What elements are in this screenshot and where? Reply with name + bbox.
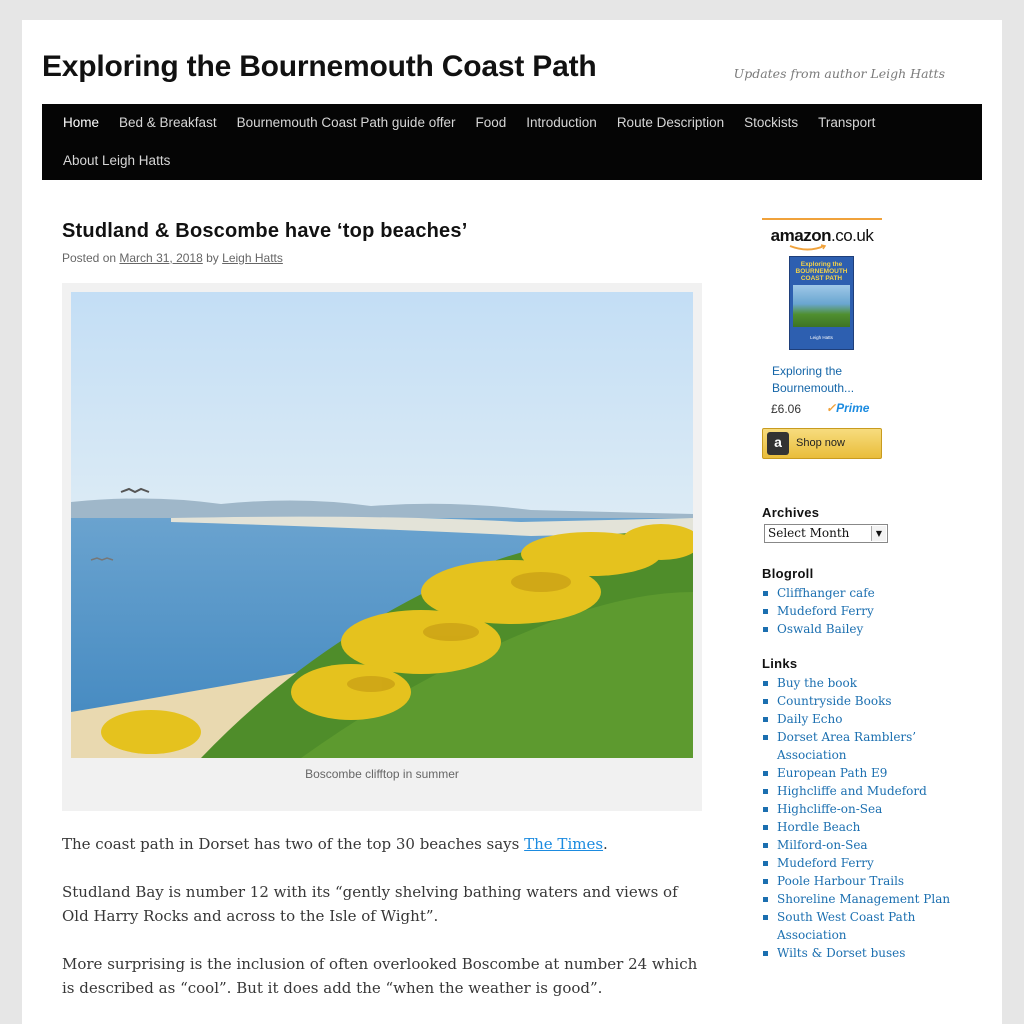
amazon-logo-word: amazon bbox=[770, 226, 832, 245]
meta-by: by bbox=[206, 251, 219, 265]
archive-month-select[interactable]: Select Month ▼ bbox=[764, 524, 888, 543]
nav-item-food[interactable]: Food bbox=[465, 104, 516, 142]
post-title[interactable]: Studland & Boscombe have ‘top beaches’ bbox=[62, 220, 702, 243]
list-item-european-path-e9[interactable]: European Path E9 bbox=[762, 764, 962, 782]
list-item-hordle-beach[interactable]: Hordle Beach bbox=[762, 818, 962, 836]
shop-now-label: Shop now bbox=[796, 437, 845, 449]
site-title[interactable]: Exploring the Bournemouth Coast Path bbox=[42, 50, 597, 84]
prime-label: Prime bbox=[836, 401, 870, 415]
amazon-widget: amazon.co.uk Exploring the BOURNEMOUTH C… bbox=[762, 218, 882, 460]
image-caption-box: Boscombe clifftop in summer bbox=[62, 283, 702, 811]
cover-title: Exploring the BOURNEMOUTH COAST PATH bbox=[795, 261, 848, 282]
blogroll-title: Blogroll bbox=[762, 566, 814, 581]
list-item-shoreline-management-plan[interactable]: Shoreline Management Plan bbox=[762, 890, 962, 908]
cover-photo bbox=[793, 285, 850, 327]
book-cover-image[interactable]: Exploring the BOURNEMOUTH COAST PATH Lei… bbox=[789, 256, 854, 350]
list-item-cliffhanger-cafe[interactable]: Cliffhanger cafe bbox=[762, 584, 962, 602]
archive-select-value: Select Month bbox=[768, 526, 850, 540]
list-item-highcliffe-and-mudeford[interactable]: Highcliffe and Mudeford bbox=[762, 782, 962, 800]
nav-item-introduction[interactable]: Introduction bbox=[516, 104, 607, 142]
book-title-link[interactable]: Exploring the Bournemouth... bbox=[772, 363, 882, 397]
archives-widget: Archives Select Month ▼ bbox=[762, 505, 888, 543]
nav-item-bournemouth-coast-path-guide-offer[interactable]: Bournemouth Coast Path guide offer bbox=[227, 104, 466, 142]
archives-title: Archives bbox=[762, 505, 820, 520]
post-body: The coast path in Dorset has two of the … bbox=[62, 832, 702, 1024]
list-item-wilts-dorset-buses[interactable]: Wilts & Dorset buses bbox=[762, 944, 962, 962]
post-author-link[interactable]: Leigh Hatts bbox=[222, 251, 283, 265]
list-item-countryside-books[interactable]: Countryside Books bbox=[762, 692, 962, 710]
amazon-a-icon: a bbox=[767, 432, 789, 455]
nav-item-stockists[interactable]: Stockists bbox=[734, 104, 808, 142]
blogroll-list: Cliffhanger cafe Mudeford Ferry Oswald Bai… bbox=[762, 584, 962, 638]
paragraph-1: The coast path in Dorset has two of the … bbox=[62, 832, 702, 856]
nav-menu: Home Bed & Breakfast Bournemouth Coast Pat… bbox=[42, 104, 982, 180]
list-item-dorset-area-ramblers-association[interactable]: Dorset Area Ramblers’ Association bbox=[762, 728, 962, 764]
boscombe-clifftop-image bbox=[71, 292, 693, 758]
list-item-south-west-coast-path-association[interactable]: South West Coast Path Association bbox=[762, 908, 962, 944]
post-meta: Posted on March 31, 2018 by Leigh Hatts bbox=[62, 251, 702, 265]
the-times-link[interactable]: The Times bbox=[524, 835, 603, 853]
book-price: £6.06 bbox=[771, 402, 802, 416]
nav-item-transport[interactable]: Transport bbox=[808, 104, 885, 142]
nav-item-bed-breakfast[interactable]: Bed & Breakfast bbox=[109, 104, 227, 142]
post-date-link[interactable]: March 31, 2018 bbox=[119, 251, 202, 265]
links-list: Buy the book Countryside Books Daily Echo D… bbox=[762, 674, 962, 962]
list-item-poole-harbour-trails[interactable]: Poole Harbour Trails bbox=[762, 872, 962, 890]
nav-item-home[interactable]: Home bbox=[53, 104, 109, 142]
blogroll-widget: Blogroll Cliffhanger cafe Mudeford Ferry O… bbox=[762, 566, 962, 638]
post-photo[interactable] bbox=[71, 292, 693, 758]
amazon-smile-icon bbox=[789, 244, 827, 251]
list-item-mudeford-ferry[interactable]: Mudeford Ferry bbox=[762, 854, 962, 872]
site-description: Updates from author Leigh Hatts bbox=[733, 66, 945, 81]
paragraph-2: Studland Bay is number 12 with its “gent… bbox=[62, 883, 678, 925]
main-navigation: Home Bed & Breakfast Bournemouth Coast Pat… bbox=[42, 104, 982, 180]
chevron-down-icon: ▼ bbox=[871, 526, 886, 541]
shop-now-button[interactable]: a Shop now bbox=[762, 428, 882, 459]
nav-item-about-leigh-hatts[interactable]: About Leigh Hatts bbox=[53, 142, 180, 180]
list-item-oswald-bailey[interactable]: Oswald Bailey bbox=[762, 620, 962, 638]
image-caption: Boscombe clifftop in summer bbox=[305, 767, 459, 781]
list-item-daily-echo[interactable]: Daily Echo bbox=[762, 710, 962, 728]
list-item-buy-the-book[interactable]: Buy the book bbox=[762, 674, 962, 692]
meta-prefix: Posted on bbox=[62, 251, 117, 265]
list-item-milford-on-sea[interactable]: Milford-on-Sea bbox=[762, 836, 962, 854]
p1-text: The coast path in Dorset has two of the … bbox=[62, 835, 525, 853]
prime-badge: ✓Prime bbox=[826, 401, 869, 415]
page: Exploring the Bournemouth Coast Path Upd… bbox=[22, 20, 1002, 1024]
amazon-logo-domain: .co.uk bbox=[830, 226, 874, 245]
paragraph-3: More surprising is the inclusion of ofte… bbox=[62, 955, 698, 997]
p1-end: . bbox=[603, 835, 608, 853]
links-title: Links bbox=[762, 656, 798, 671]
cover-author: Leigh Hatts bbox=[810, 335, 833, 340]
links-widget: Links Buy the book Countryside Books Daily… bbox=[762, 656, 962, 962]
list-item-mudeford-ferry[interactable]: Mudeford Ferry bbox=[762, 602, 962, 620]
nav-item-route-description[interactable]: Route Description bbox=[607, 104, 734, 142]
prime-check-icon: ✓ bbox=[826, 401, 837, 415]
main-content: Studland & Boscombe have ‘top beaches’ P… bbox=[62, 220, 702, 997]
list-item-highcliffe-on-sea[interactable]: Highcliffe-on-Sea bbox=[762, 800, 962, 818]
